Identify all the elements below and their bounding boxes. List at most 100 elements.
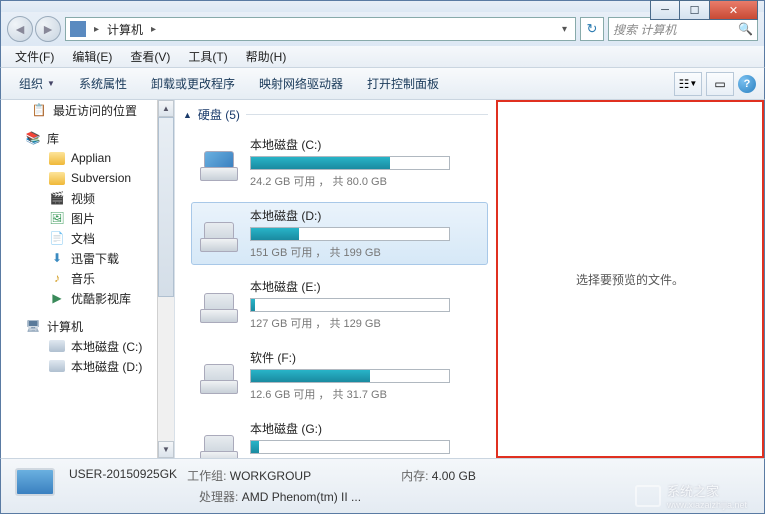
maximize-button[interactable]: ☐ [680,0,710,20]
sidebar-recent-label: 最近访问的位置 [53,102,137,119]
scroll-down-button[interactable]: ▼ [158,441,174,458]
help-icon[interactable]: ? [738,75,756,93]
drive-info: 本地磁盘 (G:)130 GB 可用 ， 共 135 GB [250,420,481,458]
drive-usage-bar [250,369,450,383]
watermark-text: 系统之家 [667,481,747,500]
sidebar-libraries[interactable]: 📚 库 [1,128,174,148]
lib-item-icon: ▶ [49,290,65,306]
lib-item-icon [49,152,65,165]
drive-stats: 24.2 GB 可用 ， 共 80.0 GB [250,173,481,189]
drive-info: 本地磁盘 (C:)24.2 GB 可用 ， 共 80.0 GB [250,136,481,189]
lib-item-label: 迅雷下载 [71,250,119,267]
preview-pane-button[interactable]: ▭ [706,72,734,96]
forward-button[interactable]: ► [35,16,61,42]
sidebar-item-6[interactable]: ♪音乐 [1,268,174,288]
status-mem-label: 内存: [401,469,428,483]
drive-info: 本地磁盘 (E:)127 GB 可用 ， 共 129 GB [250,278,481,331]
menu-tools[interactable]: 工具(T) [180,46,235,67]
sidebar-computer[interactable]: 🖥 计算机 [1,316,174,336]
sidebar-recent[interactable]: 📋 最近访问的位置 [1,100,174,120]
control-panel-button[interactable]: 打开控制面板 [357,71,449,96]
scroll-thumb[interactable] [158,117,174,297]
menu-edit[interactable]: 编辑(E) [64,46,120,67]
status-wg-label: 工作组: [187,469,226,483]
drive-info: 软件 (F:) 12.6 GB 可用 ， 共 31.7 GB [250,349,481,402]
map-drive-button[interactable]: 映射网络驱动器 [249,71,353,96]
menu-file[interactable]: 文件(F) [7,46,62,67]
refresh-button[interactable]: ↻ [580,17,604,41]
sidebar-scrollbar[interactable]: ▲ ▼ [157,100,174,458]
watermark-logo-icon [635,485,661,507]
drive-item-4[interactable]: 本地磁盘 (G:)130 GB 可用 ， 共 135 GB [191,415,488,458]
minimize-button[interactable]: ─ [650,0,680,20]
drive-stats: 151 GB 可用 ， 共 199 GB [250,244,481,260]
group-line [246,114,488,115]
sidebar-item-5[interactable]: ⬇ 迅雷下载 [1,248,174,268]
drive-usage-bar [250,440,450,454]
sidebar-item-0[interactable]: Applian [1,148,174,168]
sidebar-drive-label: 本地磁盘 (D:) [71,358,142,375]
computer-icon: 🖥 [25,318,41,334]
menu-view[interactable]: 查看(V) [122,46,178,67]
uninstall-button[interactable]: 卸载或更改程序 [141,71,245,96]
drive-item-1[interactable]: 本地磁盘 (D:)151 GB 可用 ， 共 199 GB [191,202,488,265]
view-mode-button[interactable]: ☷ ▼ [674,72,702,96]
content-area: ▲ 硬盘 (5) 本地磁盘 (C:)24.2 GB 可用 ， 共 80.0 GB… [175,100,764,458]
address-dropdown-icon[interactable]: ▾ [558,24,571,35]
lib-item-label: 优酷影视库 [71,290,131,307]
sidebar-computer-label: 计算机 [47,318,83,335]
status-cpu-label: 处理器: [199,490,238,504]
drive-item-0[interactable]: 本地磁盘 (C:)24.2 GB 可用 ， 共 80.0 GB [191,131,488,194]
drive-item-3[interactable]: 软件 (F:) 12.6 GB 可用 ， 共 31.7 GB [191,344,488,407]
sidebar-drive-0[interactable]: 本地磁盘 (C:) [1,336,174,356]
main-area: 📋 最近访问的位置 📚 库 Applian Subversion 🎬视频🖼图片📄文档… [0,100,765,458]
search-box[interactable]: 搜索 计算机 🔍 [608,17,758,41]
sidebar-drive-1[interactable]: 本地磁盘 (D:) [1,356,174,376]
lib-item-label: Subversion [71,171,131,185]
computer-icon [70,21,86,37]
sidebar: 📋 最近访问的位置 📚 库 Applian Subversion 🎬视频🖼图片📄文档… [1,100,175,458]
drive-usage-bar [250,227,450,241]
drives-panel: ▲ 硬盘 (5) 本地磁盘 (C:)24.2 GB 可用 ， 共 80.0 GB… [175,100,496,458]
watermark: 系统之家 www.xiazaizhijia.net [635,481,747,510]
breadcrumb-sep-icon: ▸ [151,24,156,35]
preview-pane: 选择要预览的文件。 [496,100,764,458]
recent-icon: 📋 [31,102,47,118]
group-header[interactable]: ▲ 硬盘 (5) [183,104,488,129]
breadcrumb-sep-icon: ▸ [94,24,99,35]
address-bar[interactable]: ▸ 计算机 ▸ ▾ [65,17,576,41]
titlebar: ─ ☐ ✕ [0,0,765,12]
collapse-icon[interactable]: ▲ [183,110,192,120]
drive-stats: 130 GB 可用 ， 共 135 GB [250,457,481,458]
drive-item-2[interactable]: 本地磁盘 (E:)127 GB 可用 ， 共 129 GB [191,273,488,336]
lib-item-icon: 🎬 [49,190,65,206]
organize-button[interactable]: 组织▼ [9,71,65,96]
system-props-button[interactable]: 系统属性 [69,71,137,96]
drive-name: 软件 (F:) [250,349,481,366]
lib-item-label: Applian [71,151,111,165]
status-text: USER-20150925GK 工作组: WORKGROUP 内存: 4.00 … [69,467,476,505]
sidebar-item-2[interactable]: 🎬视频 [1,188,174,208]
drive-name: 本地磁盘 (E:) [250,278,481,295]
lib-item-icon [49,172,65,185]
lib-item-label: 图片 [71,210,95,227]
menu-help[interactable]: 帮助(H) [238,46,295,67]
nav-buttons: ◄ ► [7,16,61,42]
sidebar-item-3[interactable]: 🖼图片 [1,208,174,228]
sidebar-lib-label: 库 [47,130,59,147]
watermark-url: www.xiazaizhijia.net [667,500,747,510]
drive-stats: 12.6 GB 可用 ， 共 31.7 GB [250,386,481,402]
status-cpu: AMD Phenom(tm) II ... [242,490,361,504]
breadcrumb-root[interactable]: 计算机 [107,21,143,38]
computer-large-icon [11,466,59,506]
close-button[interactable]: ✕ [710,0,758,20]
drive-icon [198,358,240,394]
back-button[interactable]: ◄ [7,16,33,42]
sidebar-item-7[interactable]: ▶ 优酷影视库 [1,288,174,308]
drive-icon [198,216,240,252]
sidebar-item-4[interactable]: 📄文档 [1,228,174,248]
sidebar-item-1[interactable]: Subversion [1,168,174,188]
scroll-up-button[interactable]: ▲ [158,100,174,117]
lib-item-icon: ⬇ [49,250,65,266]
lib-item-icon: 📄 [49,230,65,246]
